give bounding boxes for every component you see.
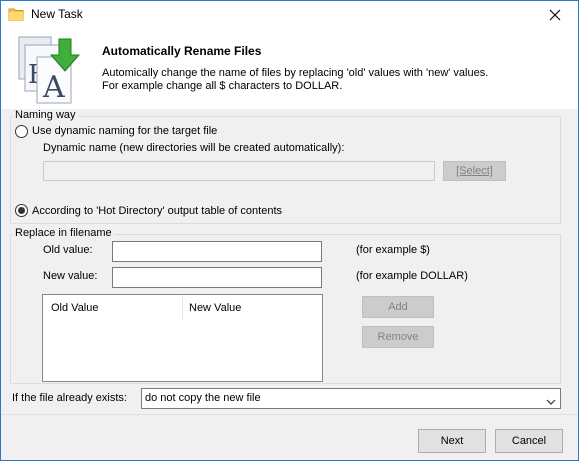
folder-icon — [8, 7, 24, 21]
new-task-window: New Task B A Automatically Rename Files … — [0, 0, 579, 461]
wizard-header: B A Automatically Rename Files Automical… — [1, 29, 578, 109]
window-title: New Task — [31, 7, 83, 21]
select-button[interactable]: [Select] — [443, 161, 506, 181]
old-value-column-header[interactable]: Old Value — [43, 295, 183, 321]
next-button[interactable]: Next — [418, 429, 486, 453]
dynamic-naming-option-label[interactable]: Use dynamic naming for the target file — [32, 125, 217, 137]
new-value-example: (for example DOLLAR) — [356, 270, 468, 282]
replacements-list[interactable]: Old Value New Value — [42, 294, 323, 382]
old-value-input[interactable] — [112, 241, 322, 262]
header-description-line2: For example change all $ characters to D… — [102, 80, 343, 92]
chevron-down-icon — [546, 394, 556, 413]
file-exists-selected-value: do not copy the new file — [145, 392, 261, 404]
file-exists-label: If the file already exists: — [12, 392, 127, 404]
svg-text:A: A — [42, 70, 65, 105]
title-bar[interactable]: New Task — [1, 1, 578, 29]
select-button-label: [Select] — [456, 165, 493, 177]
close-button[interactable] — [532, 1, 578, 29]
naming-way-label: Naming way — [13, 109, 78, 121]
rename-files-icon: B A — [15, 35, 81, 105]
wizard-footer — [1, 414, 578, 460]
close-icon — [549, 9, 561, 21]
new-value-label: New value: — [43, 270, 98, 282]
header-description-line1: Automically change the name of files by … — [102, 67, 489, 79]
old-value-example: (for example $) — [356, 244, 430, 256]
add-button[interactable]: Add — [362, 296, 434, 318]
old-value-label: Old value: — [43, 244, 93, 256]
header-title: Automatically Rename Files — [102, 44, 262, 58]
dynamic-naming-radio[interactable] — [15, 125, 28, 138]
dynamic-name-input[interactable] — [43, 161, 435, 181]
file-exists-dropdown[interactable]: do not copy the new file — [141, 388, 561, 409]
dynamic-name-label: Dynamic name (new directories will be cr… — [43, 142, 345, 154]
new-value-column-header[interactable]: New Value — [181, 295, 321, 321]
new-value-input[interactable] — [112, 267, 322, 288]
replace-in-filename-label: Replace in filename — [13, 227, 114, 239]
cancel-button[interactable]: Cancel — [495, 429, 563, 453]
hot-directory-radio[interactable] — [15, 204, 28, 217]
remove-button[interactable]: Remove — [362, 326, 434, 348]
hot-directory-option-label[interactable]: According to 'Hot Directory' output tabl… — [32, 205, 282, 217]
